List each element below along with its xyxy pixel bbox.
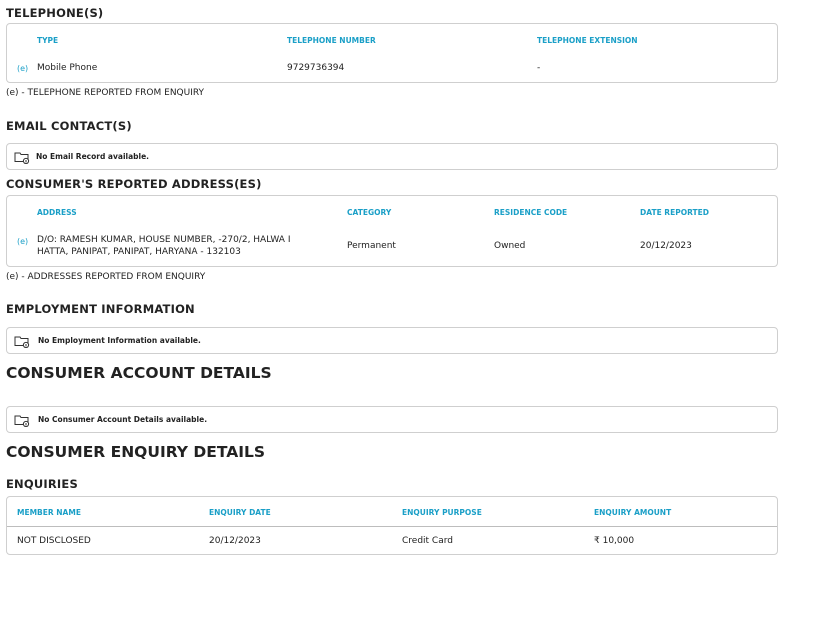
accounts-empty-box: No Consumer Account Details available. [6, 406, 778, 433]
telephones-table: TYPE TELEPHONE NUMBER TELEPHONE EXTENSIO… [6, 23, 778, 83]
addresses-table: ADDRESS CATEGORY RESIDENCE CODE DATE REP… [6, 195, 778, 267]
address-line-2: HATTA, PANIPAT, PANIPAT, HARYANA - 13210… [37, 247, 241, 257]
telephones-footnote: (e) - TELEPHONE REPORTED FROM ENQUIRY [6, 88, 205, 98]
col-enquiry-purpose: ENQUIRY PURPOSE [402, 508, 482, 517]
folder-info-icon [14, 336, 30, 348]
phone-extension: - [537, 63, 541, 73]
enquiry-amount: ₹ 10,000 [594, 536, 635, 546]
accounts-empty-text: No Consumer Account Details available. [38, 415, 208, 424]
residence-code: Owned [494, 241, 526, 251]
address-line-1: D/O: RAMESH KUMAR, HOUSE NUMBER, -270/2,… [37, 235, 291, 245]
accounts-title: CONSUMER ACCOUNT DETAILS [6, 364, 272, 382]
table-header-row: MEMBER NAME ENQUIRY DATE ENQUIRY PURPOSE… [7, 497, 777, 527]
email-empty-text: No Email Record available. [36, 152, 150, 161]
col-enquiry-amount: ENQUIRY AMOUNT [594, 508, 672, 517]
folder-info-icon [14, 152, 30, 164]
member-name: NOT DISCLOSED [17, 536, 91, 546]
email-empty-box: No Email Record available. [6, 143, 778, 170]
enquiries-table: MEMBER NAME ENQUIRY DATE ENQUIRY PURPOSE… [6, 496, 778, 555]
telephones-title: TELEPHONE(S) [6, 6, 104, 20]
col-date-reported: DATE REPORTED [640, 208, 709, 217]
enquiry-date: 20/12/2023 [209, 536, 261, 546]
col-member-name: MEMBER NAME [17, 508, 81, 517]
col-residence-code: RESIDENCE CODE [494, 208, 568, 217]
enquiry-marker: (e) [17, 64, 29, 73]
employment-empty-box: No Employment Information available. [6, 327, 778, 354]
employment-title: EMPLOYMENT INFORMATION [6, 302, 195, 316]
address-category: Permanent [347, 241, 396, 251]
folder-info-icon [14, 415, 30, 427]
addresses-footnote: (e) - ADDRESSES REPORTED FROM ENQUIRY [6, 272, 206, 282]
col-type: TYPE [37, 36, 59, 45]
phone-type: Mobile Phone [37, 63, 98, 73]
employment-empty-text: No Employment Information available. [38, 336, 201, 345]
addresses-title: CONSUMER'S REPORTED ADDRESS(ES) [6, 177, 262, 191]
date-reported: 20/12/2023 [640, 241, 692, 251]
col-telephone-number: TELEPHONE NUMBER [287, 36, 376, 45]
enquiry-purpose: Credit Card [402, 536, 453, 546]
phone-number: 9729736394 [287, 63, 345, 73]
enquiry-details-title: CONSUMER ENQUIRY DETAILS [6, 443, 266, 461]
enquiries-subtitle: ENQUIRIES [6, 477, 78, 491]
col-category: CATEGORY [347, 208, 392, 217]
col-address: ADDRESS [37, 208, 77, 217]
col-enquiry-date: ENQUIRY DATE [209, 508, 271, 517]
col-telephone-extension: TELEPHONE EXTENSION [537, 36, 638, 45]
email-title: EMAIL CONTACT(S) [6, 119, 132, 133]
enquiry-marker: (e) [17, 237, 29, 246]
